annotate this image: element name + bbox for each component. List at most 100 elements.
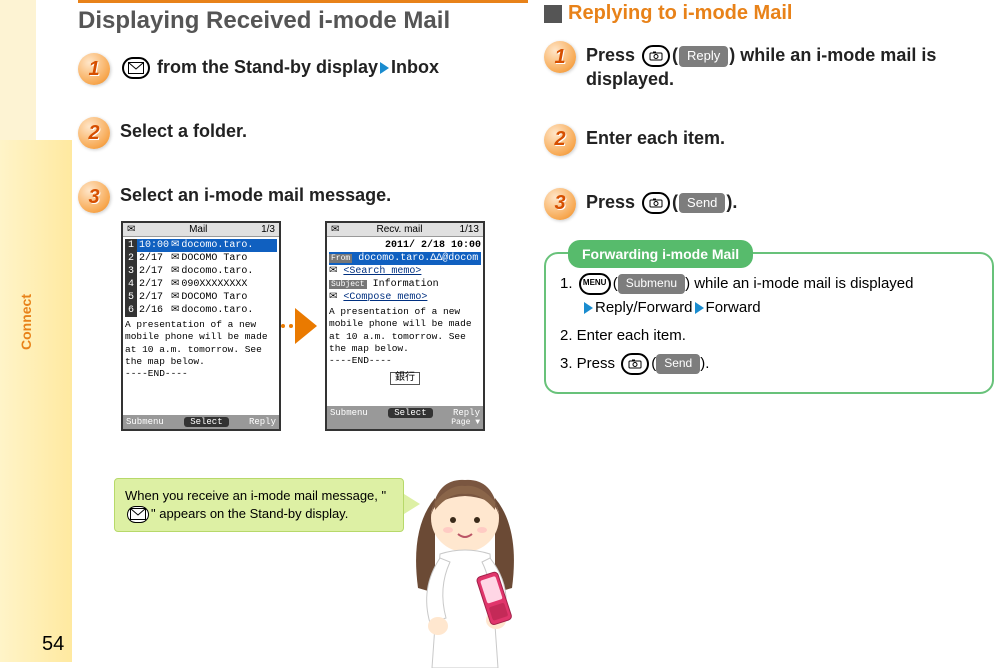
tip-area: When you receive an i-mode mail message,… — [78, 458, 538, 658]
phone-screen-mail-list: ✉ Mail 1/3 110:00✉docomo.taro. 22/17✉DOC… — [121, 221, 281, 431]
row6-date: 2/16 — [139, 304, 169, 317]
screen2-title: Recv. mail — [376, 224, 422, 235]
row3-idx: 3 — [125, 265, 137, 278]
camera-key-icon-3 — [621, 353, 649, 375]
step1-text-a: from the Stand-by display — [152, 57, 378, 77]
step-number-2: 2 — [78, 117, 110, 149]
screen2-footer-center: Select — [388, 408, 432, 418]
bank-box: 銀行 — [390, 372, 420, 385]
screen1-footer-left: Submenu — [126, 417, 164, 427]
row1-idx: 1 — [125, 239, 137, 252]
screen1-title: Mail — [189, 224, 207, 235]
row5-idx: 5 — [125, 291, 137, 304]
step-number-3: 3 — [78, 181, 110, 213]
f1c-a: Reply/Forward — [595, 299, 693, 316]
right-heading-text: Replying to i-mode Mail — [568, 2, 792, 25]
tip-text-b: " appears on the Stand-by display. — [151, 506, 348, 521]
search-memo-link: <Search memo> — [343, 266, 421, 277]
row4-date: 2/17 — [139, 278, 169, 291]
camera-key-icon-2 — [642, 192, 670, 214]
send-softkey-2: Send — [656, 354, 700, 374]
forwarding-panel-label: Forwarding i-mode Mail — [568, 240, 753, 268]
screen2-footer-right: Reply — [453, 408, 480, 418]
left-cream-bar — [0, 0, 36, 140]
sidebar-label: Connect — [18, 294, 34, 350]
right-step-1-body: Press (Reply) while an i-mode mail is di… — [586, 41, 994, 92]
triangle-icon — [380, 62, 389, 74]
right-step-2-body: Enter each item. — [586, 124, 725, 150]
subject-label: Subject — [329, 280, 367, 289]
row4-idx: 4 — [125, 278, 137, 291]
row3-from: docomo.taro. — [181, 265, 253, 278]
row1-date: 10:00 — [139, 239, 169, 252]
screen2-footer-page: Page ▼ — [330, 418, 480, 427]
mail-icon-small — [127, 506, 149, 523]
row5-from: DOCOMO Taro — [181, 291, 247, 304]
screen1-footer-center: Select — [184, 417, 228, 427]
step1-inbox: Inbox — [391, 57, 439, 77]
triangle-icon-3 — [695, 302, 704, 314]
screen1-footer-right: Reply — [249, 417, 276, 427]
fwd-step-1: 1. MENU(Submenu) while an i-mode mail is… — [560, 272, 978, 320]
page-number: 54 — [42, 633, 64, 656]
r1-text-a: Press — [586, 45, 640, 65]
left-step-3: 3 Select an i-mode mail message. — [78, 181, 528, 213]
tip-box: When you receive an i-mode mail message,… — [114, 478, 404, 532]
right-step-1: 1 Press (Reply) while an i-mode mail is … — [544, 41, 994, 92]
row6-from: docomo.taro. — [181, 304, 253, 317]
row4-from: 090XXXXXXXX — [181, 278, 247, 291]
screen1-page: 1/3 — [261, 224, 275, 235]
row3-date: 2/17 — [139, 265, 169, 278]
right-column: Replying to i-mode Mail 1 Press (Reply) … — [538, 0, 1004, 662]
row5-date: 2/17 — [139, 291, 169, 304]
left-step-2: 2 Select a folder. — [78, 117, 528, 149]
fwd-step-2: 2. Enter each item. — [560, 324, 978, 348]
f1c-b: Forward — [706, 299, 761, 316]
left-section-title: Displaying Received i-mode Mail — [78, 0, 528, 35]
f3b: ). — [700, 355, 709, 372]
step-number-1: 1 — [78, 53, 110, 85]
subject-value: Information — [373, 279, 439, 290]
row2-from: DOCOMO Taro — [181, 252, 247, 265]
left-column: Displaying Received i-mode Mail 1 from t… — [72, 0, 538, 662]
left-step-1-body: from the Stand-by display Inbox — [120, 53, 439, 79]
f3a: 3. Press — [560, 355, 619, 372]
mail-key-icon — [122, 57, 150, 79]
row2-date: 2/17 — [139, 252, 169, 265]
right-step-3-body: Press (Send). — [586, 188, 737, 214]
girl-illustration — [380, 458, 550, 668]
right-heading: Replying to i-mode Mail — [544, 2, 994, 25]
forwarding-panel: Forwarding i-mode Mail 1. MENU(Submenu) … — [544, 252, 994, 394]
screen1-body: A presentation of a new mobile phone wil… — [125, 319, 277, 381]
left-step-2-body: Select a folder. — [120, 117, 247, 143]
screen2-date: 2011/ 2/18 10:00 — [329, 239, 481, 252]
r3-text-a: Press — [586, 192, 640, 212]
screenshots-row: ✉ Mail 1/3 110:00✉docomo.taro. 22/17✉DOC… — [78, 221, 528, 431]
screen2-page: 1/13 — [460, 224, 479, 235]
r-step-number-2: 2 — [544, 124, 576, 156]
send-softkey: Send — [679, 193, 725, 214]
f1a: 1. — [560, 275, 577, 292]
r-step-number-3: 3 — [544, 188, 576, 220]
orange-arrow-icon — [295, 308, 317, 344]
row1-from: docomo.taro. — [181, 239, 253, 252]
reply-softkey: Reply — [679, 46, 728, 67]
left-step-1: 1 from the Stand-by display Inbox — [78, 53, 528, 85]
arrow-dots — [289, 324, 293, 328]
left-step-3-body: Select an i-mode mail message. — [120, 181, 391, 207]
square-bullet-icon — [544, 5, 562, 23]
right-step-2: 2 Enter each item. — [544, 124, 994, 156]
submenu-softkey: Submenu — [618, 274, 685, 294]
fwd-step-3: 3. Press (Send). — [560, 352, 978, 376]
camera-key-icon — [642, 45, 670, 67]
row6-idx: 6 — [125, 304, 137, 317]
from-value: docomo.taro.ΔΔ@docom — [358, 253, 478, 264]
triangle-icon-2 — [584, 302, 593, 314]
row2-idx: 2 — [125, 252, 137, 265]
right-step-3: 3 Press (Send). — [544, 188, 994, 220]
from-label: From — [329, 254, 352, 263]
tip-text-a: When you receive an i-mode mail message,… — [125, 488, 386, 503]
r-step-number-1: 1 — [544, 41, 576, 73]
screen2-footer-left: Submenu — [330, 408, 368, 418]
compose-memo-link: <Compose memo> — [343, 292, 427, 303]
